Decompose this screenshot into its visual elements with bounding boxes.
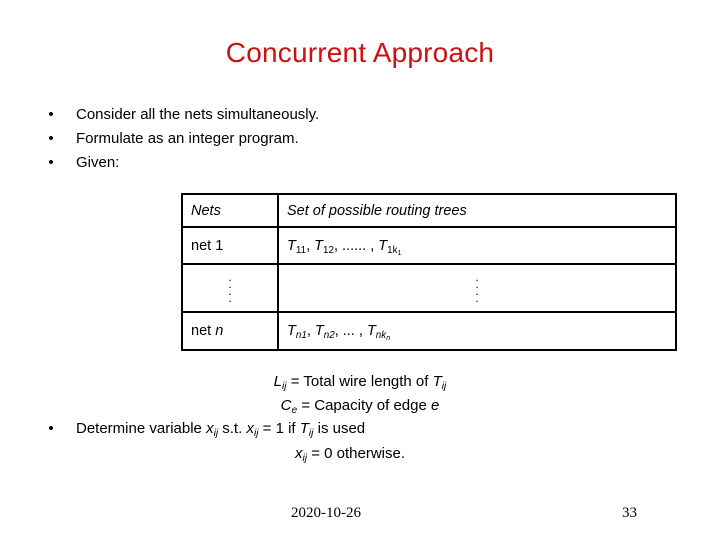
tree-subscript-text: 1k: [387, 244, 398, 256]
comma-separator: ,: [306, 323, 315, 339]
definition-line-capacity: Ce = Capacity of edge e: [0, 395, 720, 419]
symbol-x: x: [246, 420, 254, 437]
symbol-x-subscript: ij: [253, 428, 259, 440]
table-cell-trees: T11, T12, ...... , T1k1: [277, 226, 677, 265]
page-title: Concurrent Approach: [225, 37, 495, 68]
bullet-marker-icon: •: [48, 106, 54, 123]
table-row: net n Tn1, Tn2, ... , Tnkn: [181, 311, 677, 351]
vertical-ellipsis-icon: ....: [228, 270, 232, 305]
table-cell-net-label: net 1: [181, 226, 279, 265]
symbol-C: C: [280, 397, 292, 414]
tree-symbol: T: [287, 323, 296, 339]
symbol-T: T: [432, 373, 442, 390]
tree-subscript: n2: [323, 330, 335, 342]
tree-subscript-text: nk: [375, 330, 387, 342]
table-cell-net-ellipsis: ....: [181, 263, 279, 313]
tree-symbol: T: [287, 237, 296, 254]
table-row: net 1 T11, T12, ...... , T1k1: [181, 226, 677, 265]
ellipsis-text: ...... ,: [342, 237, 375, 254]
definition-line-wire-length: Lij = Total wire length of Tij: [0, 371, 720, 395]
otherwise-line: xij = 0 otherwise.: [40, 442, 680, 467]
net-label-index: n: [215, 323, 224, 339]
ellipsis-text: ... ,: [342, 323, 363, 339]
symbol-x-subscript: ij: [213, 428, 219, 440]
symbol-x: x: [206, 420, 214, 437]
definition-block: Lij = Total wire length of Tij Ce = Capa…: [0, 371, 720, 419]
tree-subscript: n1: [295, 330, 307, 342]
tree-subscript: 11: [295, 244, 307, 256]
routing-trees-list: T11, T12, ...... , T1k1: [287, 237, 402, 257]
tree-symbol: T: [378, 237, 388, 254]
list-item-label: Given:: [76, 154, 120, 171]
definition-text: = Capacity of edge: [297, 397, 431, 414]
column-header-nets: Nets: [191, 202, 221, 219]
net-label-text: net: [191, 323, 216, 339]
symbol-L: L: [273, 373, 283, 390]
table-header-cell-nets: Nets: [181, 193, 279, 228]
net-label-text: net: [191, 237, 216, 254]
table-header-row: Nets Set of possible routing trees: [181, 193, 677, 228]
tree-symbol: T: [314, 237, 323, 254]
list-item-label: Consider all the nets simultaneously.: [76, 106, 320, 123]
table-row-ellipsis: .... ....: [181, 263, 677, 313]
list-item-label: Formulate as an integer program.: [76, 130, 299, 147]
comma-separator: ,: [333, 237, 343, 254]
column-header-trees: Set of possible routing trees: [287, 202, 467, 219]
tree-subscript: 12: [323, 244, 334, 256]
list-item: • Given:: [40, 151, 600, 175]
bullet-marker-icon: •: [48, 154, 54, 171]
condition-text: = 1 if: [258, 420, 300, 437]
table-cell-trees: Tn1, Tn2, ... , Tnkn: [277, 311, 677, 351]
condition-text: s.t.: [218, 420, 247, 437]
symbol-x-subscript: ij: [302, 453, 308, 465]
list-item-label: Determine variable: [76, 420, 207, 437]
tree-subscript: 1k1: [387, 244, 402, 257]
list-item: • Consider all the nets simultaneously.: [40, 103, 600, 127]
determine-variable-block: • Determine variable xij s.t. xij = 1 if …: [40, 417, 680, 467]
table-header-cell-trees: Set of possible routing trees: [277, 193, 677, 228]
comma-separator: ,: [334, 323, 343, 339]
routing-trees-list: Tn1, Tn2, ... , Tnkn: [287, 323, 391, 343]
symbol-C-subscript: e: [291, 405, 298, 417]
symbol-L-subscript: ij: [282, 381, 287, 393]
net-label-index: 1: [215, 237, 224, 254]
symbol-T-subscript: ij: [441, 381, 447, 393]
net-label: net 1: [191, 238, 223, 254]
tree-subscript: nkn: [375, 330, 391, 343]
condition-text: is used: [313, 420, 366, 437]
symbol-T: T: [299, 420, 309, 437]
definition-text: = Total wire length of: [286, 373, 433, 390]
symbol-T-subscript: ij: [308, 428, 314, 440]
tree-nested-subscript: 1: [397, 248, 402, 257]
vertical-ellipsis-icon: ....: [475, 270, 479, 305]
bullet-marker-icon: •: [48, 130, 54, 147]
table-cell-trees-ellipsis: ....: [277, 263, 677, 313]
bullet-list: • Consider all the nets simultaneously. …: [40, 103, 600, 175]
footer-date: 2020-10-26: [291, 505, 361, 521]
net-label: net n: [191, 323, 223, 339]
symbol-e: e: [431, 397, 440, 414]
slide-canvas: Concurrent Approach • Consider all the n…: [0, 0, 720, 540]
symbol-x: x: [295, 445, 303, 462]
footer-page-number: 33: [622, 505, 637, 521]
list-item: • Determine variable xij s.t. xij = 1 if …: [40, 417, 680, 442]
bullet-marker-icon: •: [48, 420, 54, 437]
comma-separator: ,: [306, 237, 315, 254]
tree-symbol: T: [314, 323, 324, 339]
nets-table: Nets Set of possible routing trees net 1…: [181, 193, 677, 351]
tree-nested-subscript: n: [386, 334, 391, 343]
tree-symbol: T: [366, 323, 376, 339]
table-cell-net-label: net n: [181, 311, 279, 351]
list-item: • Formulate as an integer program.: [40, 127, 600, 151]
otherwise-text: = 0 otherwise.: [307, 445, 405, 462]
